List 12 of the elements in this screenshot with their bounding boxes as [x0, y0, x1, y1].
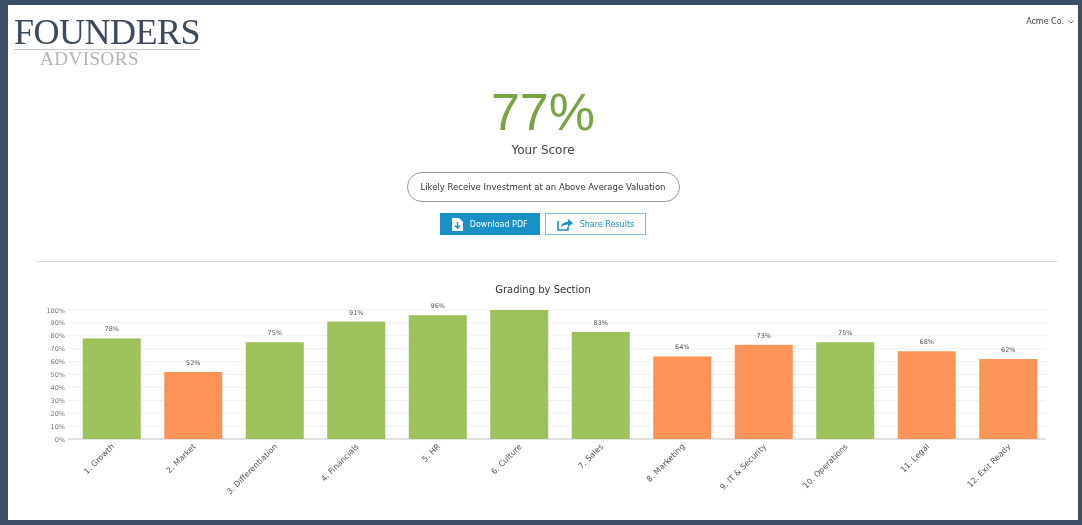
share-icon	[556, 217, 573, 231]
share-button[interactable]: Share Results	[544, 213, 647, 235]
pdf-download-icon	[451, 217, 463, 231]
logo-subtitle: ADVISORS	[40, 50, 140, 68]
chart-title: Grading by Section	[494, 284, 592, 295]
download-button[interactable]: Download PDF	[439, 213, 540, 235]
score-value: 77%	[490, 83, 596, 141]
logo-wordmark: FOUNDERS	[14, 15, 201, 50]
score-label: Your Score	[511, 143, 575, 157]
caret-icon[interactable]	[1068, 19, 1074, 24]
x-axis-label: 5. HR	[420, 442, 443, 464]
account-menu[interactable]: Acme Co.	[1026, 17, 1064, 26]
